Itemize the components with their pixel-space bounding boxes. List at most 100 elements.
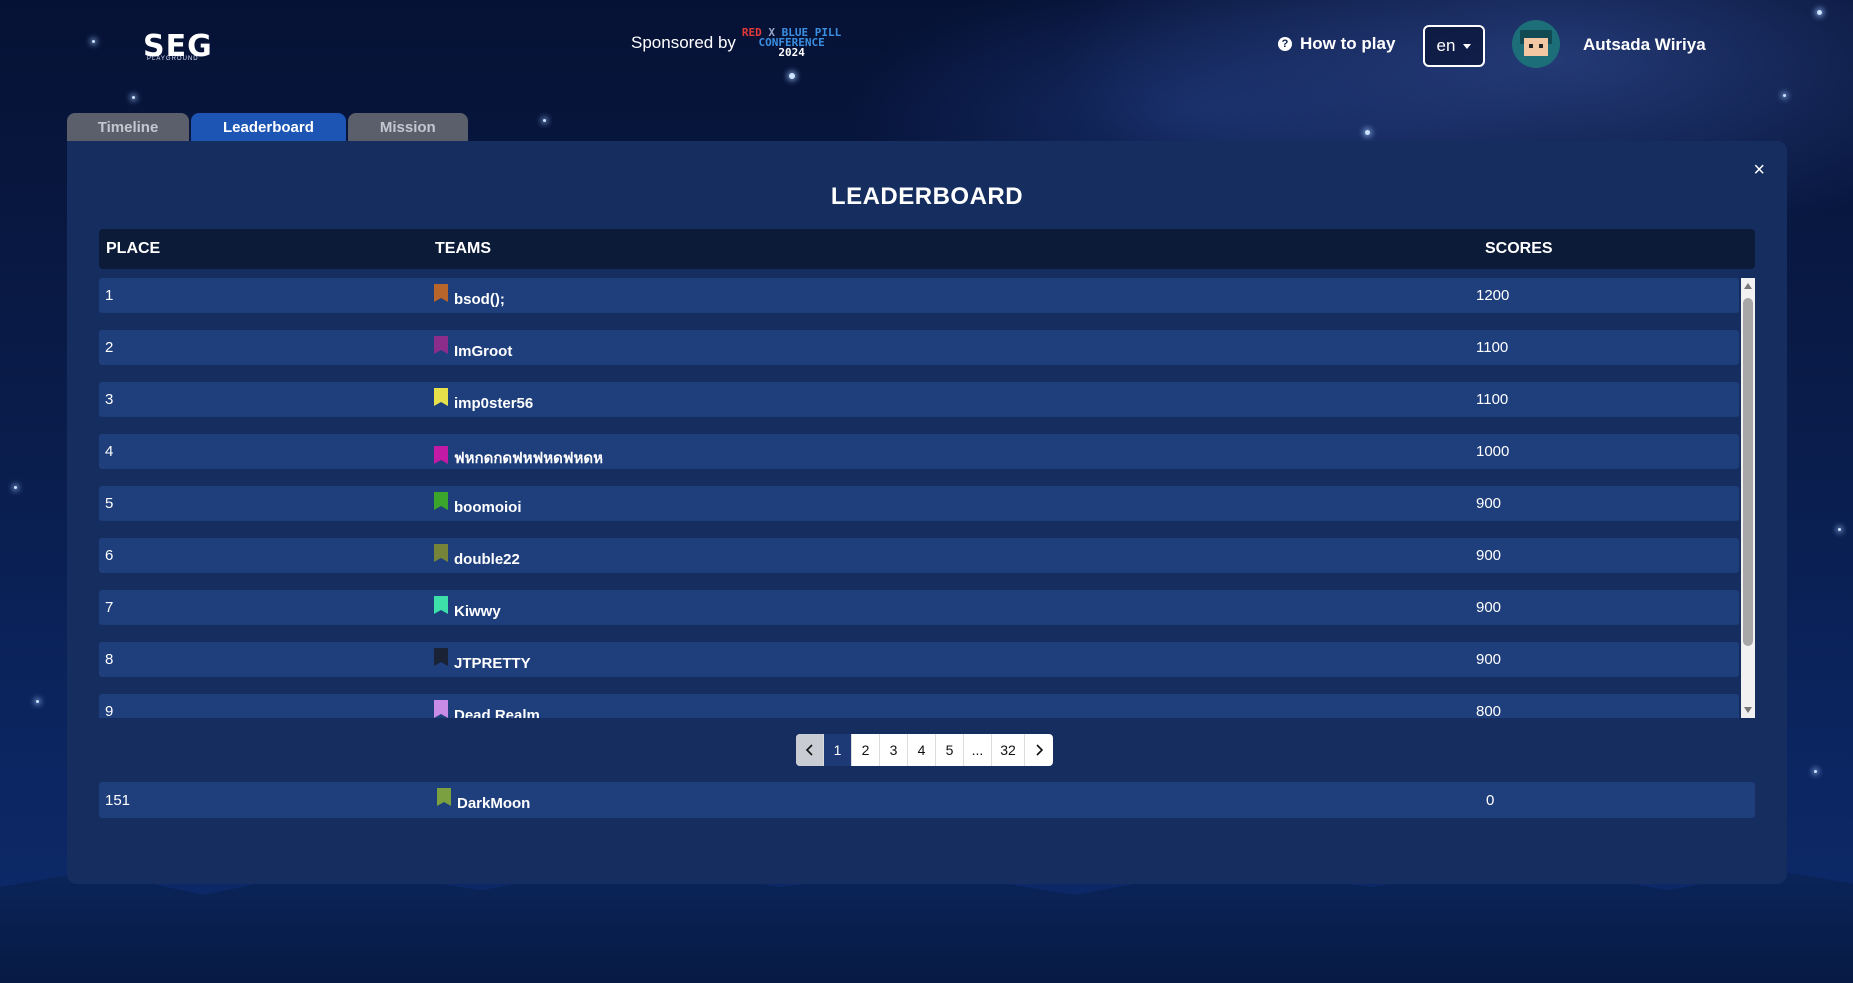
flag-icon — [434, 648, 448, 666]
row-place: 3 — [105, 391, 114, 408]
column-place: PLACE — [106, 240, 161, 257]
page-ellipsis: ... — [964, 734, 992, 766]
row-team: imp0ster56 — [434, 388, 533, 412]
row-place: 5 — [105, 495, 114, 512]
row-place: 6 — [105, 547, 114, 564]
my-team-place: 151 — [105, 792, 131, 809]
scroll-down-icon[interactable] — [1744, 707, 1752, 713]
page-title: LEADERBOARD — [830, 183, 1024, 210]
row-place: 1 — [105, 287, 114, 304]
team-name: JTPRETTY — [454, 655, 531, 672]
sponsor-logo: RED X BLUE PILL CONFERENCE 2024 — [742, 27, 841, 59]
flag-icon — [434, 544, 448, 562]
page-button[interactable]: 1 — [824, 734, 852, 766]
star — [14, 486, 17, 489]
page-button[interactable]: 5 — [936, 734, 964, 766]
team-name: bsod(); — [454, 291, 505, 308]
table-row: 3 imp0ster56 1100 — [99, 382, 1739, 417]
star — [1783, 94, 1786, 97]
row-team: JTPRETTY — [434, 648, 531, 672]
column-teams: TEAMS — [435, 240, 491, 257]
table-row: 4 ฟหกดกดฟหฟหดฟหดห 1000 — [99, 434, 1739, 469]
page-button[interactable]: 3 — [880, 734, 908, 766]
flag-icon — [434, 284, 448, 302]
page-button[interactable]: 32 — [992, 734, 1025, 766]
row-score: 900 — [1476, 651, 1502, 668]
star — [1365, 130, 1370, 135]
table-row: 7 Kiwwy 900 — [99, 590, 1739, 625]
page-button[interactable]: 4 — [908, 734, 936, 766]
row-team: Kiwwy — [434, 596, 501, 620]
star — [543, 119, 546, 122]
star — [92, 40, 95, 43]
next-page-button[interactable] — [1025, 734, 1053, 766]
row-team: Dead Realm — [434, 700, 540, 718]
team-name: Dead Realm — [454, 707, 540, 718]
my-team-score: 0 — [1486, 792, 1495, 809]
row-score: 900 — [1476, 495, 1502, 512]
row-score: 900 — [1476, 599, 1502, 616]
flag-icon — [437, 788, 451, 806]
row-score: 900 — [1476, 547, 1502, 564]
table-row: 2 ImGroot 1100 — [99, 330, 1739, 365]
team-name: Kiwwy — [454, 603, 501, 620]
pagination: 1 2 3 4 5 ... 32 — [796, 734, 1053, 766]
caret-down-icon — [1463, 43, 1472, 49]
seg-logo[interactable]: SEG PLAYGROUND — [143, 26, 239, 66]
scrollbar-thumb[interactable] — [1743, 298, 1753, 646]
star — [132, 96, 135, 99]
star — [789, 73, 795, 79]
star — [1817, 10, 1822, 15]
star — [1838, 528, 1841, 531]
table-row: 8 JTPRETTY 900 — [99, 642, 1739, 677]
tab-leaderboard[interactable]: Leaderboard — [191, 113, 346, 141]
chevron-left-icon — [805, 744, 813, 756]
team-name: ImGroot — [454, 343, 513, 360]
row-place: 2 — [105, 339, 114, 356]
page-button[interactable]: 2 — [852, 734, 880, 766]
language-select[interactable]: en — [1423, 25, 1485, 67]
row-score: 800 — [1476, 703, 1502, 718]
row-team: bsod(); — [434, 284, 505, 308]
row-place: 7 — [105, 599, 114, 616]
column-scores: SCORES — [1485, 240, 1553, 257]
how-to-play-label: How to play — [1300, 34, 1396, 53]
my-team-name: DarkMoon — [457, 795, 531, 812]
row-place: 8 — [105, 651, 114, 668]
my-team: DarkMoon — [437, 788, 530, 812]
my-team-row: 151 DarkMoon 0 — [99, 782, 1755, 818]
table-header: PLACE TEAMS SCORES — [99, 229, 1755, 269]
table-row: 1 bsod(); 1200 — [99, 278, 1739, 313]
flag-icon — [434, 596, 448, 614]
row-score: 1200 — [1476, 287, 1510, 304]
row-team: boomoioi — [434, 492, 522, 516]
team-name: imp0ster56 — [454, 395, 534, 412]
scroll-up-icon[interactable] — [1744, 283, 1752, 289]
prev-page-button[interactable] — [796, 734, 824, 766]
sponsor-logo-line3: 2024 — [778, 46, 805, 59]
row-score: 1000 — [1476, 443, 1510, 460]
team-name: boomoioi — [454, 499, 522, 516]
tab-mission[interactable]: Mission — [347, 113, 468, 141]
star — [1814, 770, 1817, 773]
tab-timeline[interactable]: Timeline — [67, 113, 189, 141]
leaderboard-panel: × LEADERBOARD PLACE TEAMS SCORES 1 bsod(… — [67, 141, 1787, 884]
flag-icon — [434, 492, 448, 510]
row-score: 1100 — [1476, 391, 1509, 408]
close-icon[interactable]: × — [1753, 159, 1765, 182]
flag-icon — [434, 336, 448, 354]
team-name: double22 — [454, 551, 520, 568]
row-team: ImGroot — [434, 336, 512, 360]
how-to-play-button[interactable]: ? How to play — [1278, 34, 1395, 54]
username[interactable]: Autsada Wiriya — [1583, 35, 1706, 55]
language-value: en — [1436, 36, 1456, 55]
sponsor: Sponsored by RED X BLUE PILL CONFERENCE … — [631, 27, 841, 59]
logo-subtext: PLAYGROUND — [147, 56, 199, 62]
tab-bar: Timeline Leaderboard Mission — [67, 113, 468, 141]
flag-icon — [434, 446, 448, 464]
row-team: ฟหกดกดฟหฟหดฟหดห — [434, 440, 603, 467]
avatar[interactable] — [1512, 20, 1560, 68]
table-row: 6 double22 900 — [99, 538, 1739, 573]
scrollbar[interactable] — [1741, 278, 1755, 718]
table-row: 9 Dead Realm 800 — [99, 694, 1739, 718]
